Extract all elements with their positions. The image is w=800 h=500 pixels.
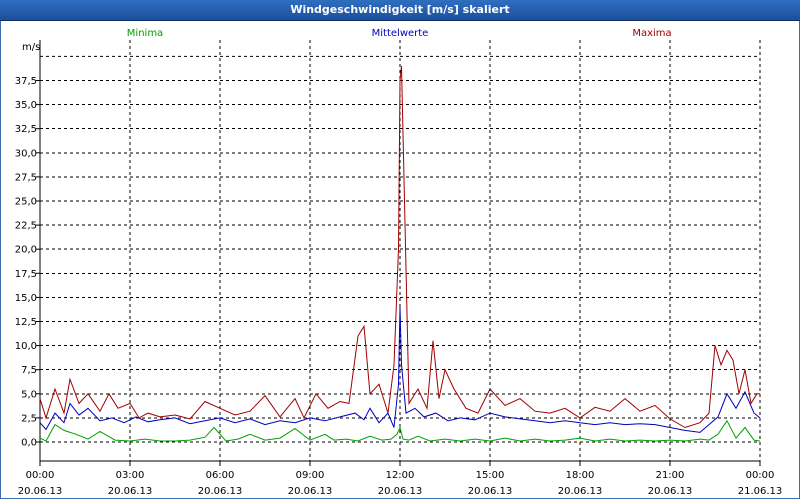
x-tick-label-time: 21:00 — [656, 470, 685, 481]
y-tick-label: 30,0 — [15, 148, 37, 159]
legend-minima: Minima — [127, 28, 163, 39]
y-tick-label: 10,0 — [15, 341, 37, 352]
x-tick-label-date: 20.06.13 — [468, 486, 513, 497]
x-tick-label-date: 20.06.13 — [198, 486, 243, 497]
y-axis-label: m/s — [22, 42, 40, 53]
x-tick-label-time: 00:00 — [26, 470, 55, 481]
y-tick-label: 15,0 — [15, 293, 37, 304]
y-tick-label: 17,5 — [15, 269, 37, 280]
y-tick-label: 2,5 — [21, 413, 37, 424]
x-tick-label-date: 20.06.13 — [378, 486, 423, 497]
x-tick-label-date: 21.06.13 — [738, 486, 783, 497]
x-tick-label-time: 18:00 — [566, 470, 595, 481]
wind-speed-chart: 0,0 2,5 5,0 7,5 10,0 12,5 15,0 17,5 20,0 22,5 25,0… — [15, 28, 783, 497]
x-tick-label-time: 06:00 — [206, 470, 235, 481]
y-tick-label: 7,5 — [21, 365, 37, 376]
legend-maxima: Maxima — [632, 28, 671, 39]
y-tick-label: 0,0 — [21, 438, 37, 449]
x-tick-label-date: 20.06.13 — [288, 486, 333, 497]
legend-mittelwerte: Mittelwerte — [372, 28, 429, 39]
y-tick-label: 20,0 — [15, 245, 37, 256]
x-tick-label-time: 00:00 — [746, 470, 775, 481]
x-tick-label-date: 20.06.13 — [18, 486, 63, 497]
y-tick-label: 22,5 — [15, 221, 37, 232]
y-tick-label: 35,0 — [15, 100, 37, 111]
y-tick-label: 37,5 — [15, 76, 37, 87]
x-tick-label-time: 12:00 — [386, 470, 415, 481]
x-tick-label-date: 20.06.13 — [558, 486, 603, 497]
x-tick-label-date: 20.06.13 — [648, 486, 693, 497]
y-tick-label: 12,5 — [15, 317, 37, 328]
x-tick-label-time: 03:00 — [116, 470, 145, 481]
y-tick-label: 25,0 — [15, 197, 37, 208]
y-tick-label: 5,0 — [21, 389, 37, 400]
x-tick-label-time: 15:00 — [476, 470, 505, 481]
x-tick-label-date: 20.06.13 — [108, 486, 153, 497]
x-tick-label-time: 09:00 — [296, 470, 325, 481]
y-tick-label: 32,5 — [15, 124, 37, 135]
y-tick-label: 27,5 — [15, 172, 37, 183]
